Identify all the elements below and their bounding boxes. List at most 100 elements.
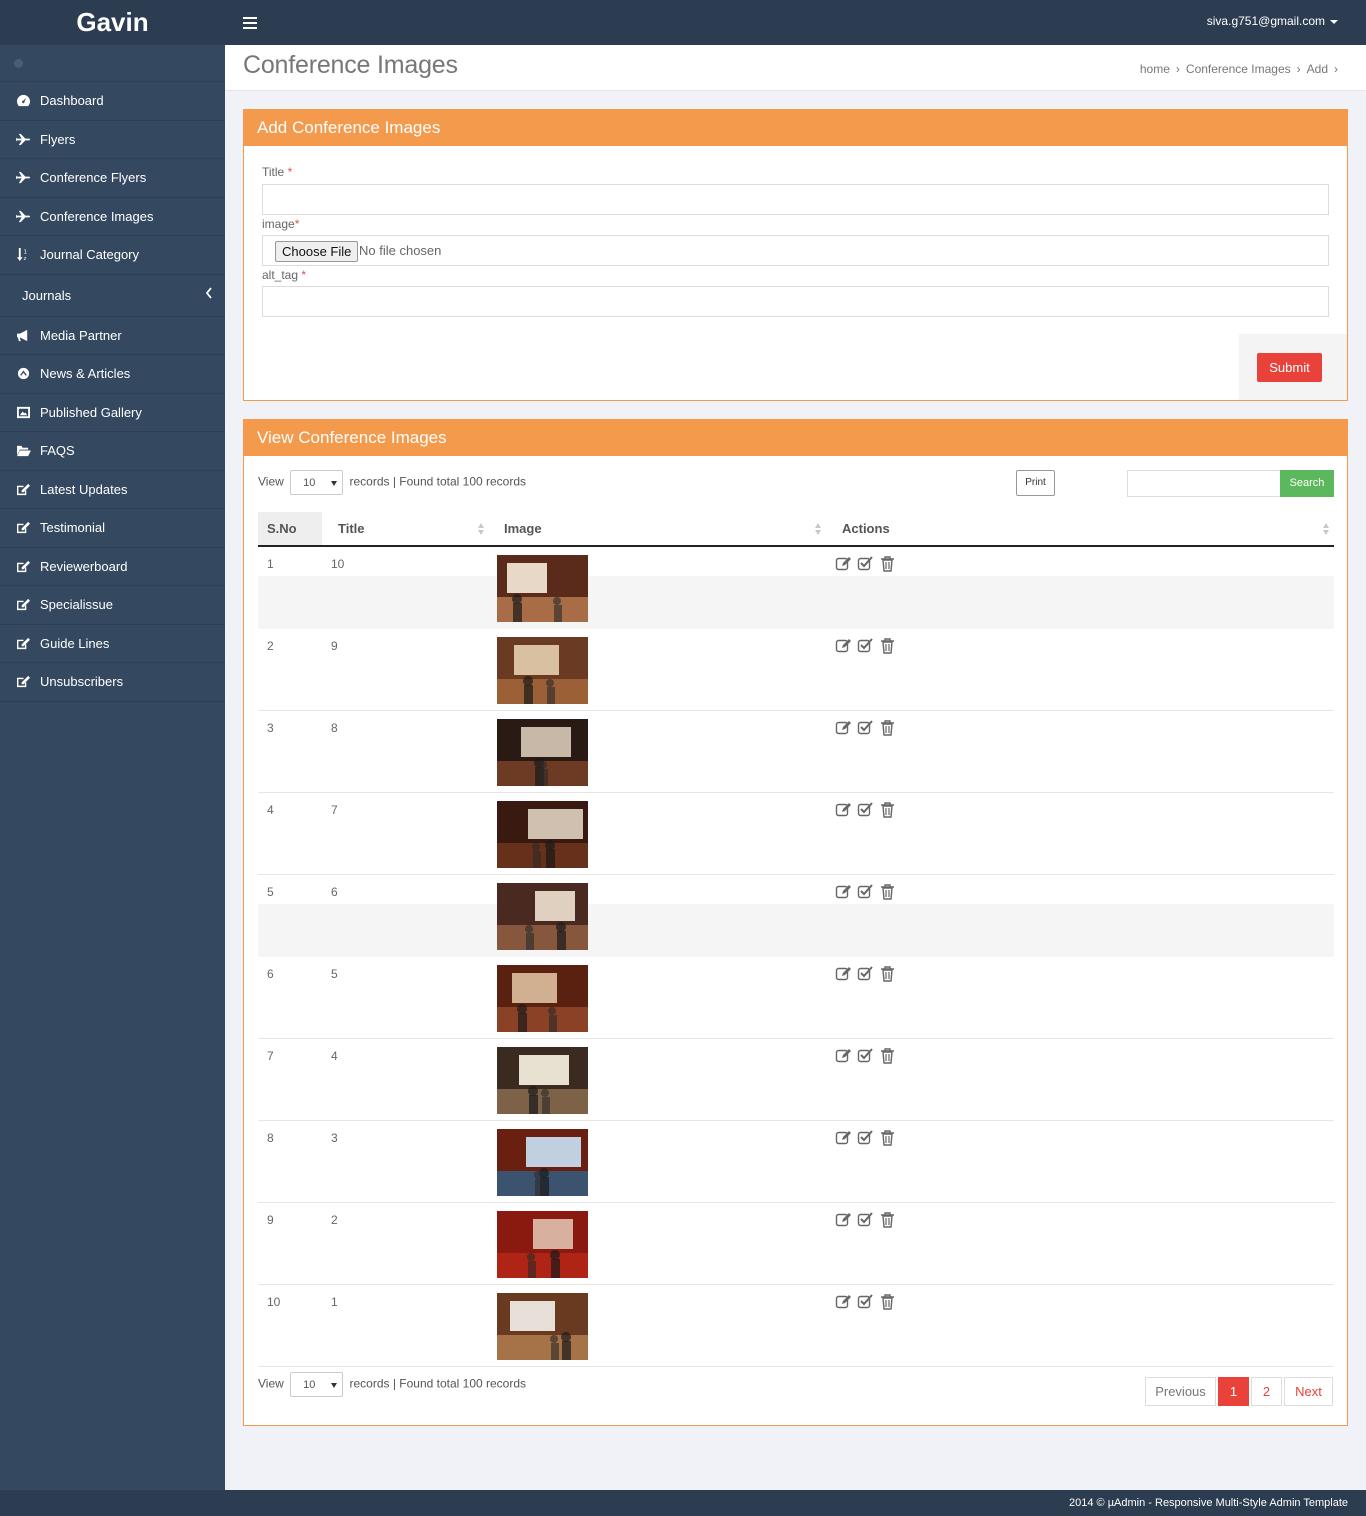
sort-icon [1323, 523, 1330, 535]
sidebar-item-label: Journals [22, 287, 72, 303]
sidebar-item-label: Specialissue [40, 597, 113, 613]
sidebar-item-label: News & Articles [40, 366, 131, 382]
conference-image-thumbnail[interactable] [497, 555, 588, 622]
plane-icon [15, 132, 32, 146]
sidebar-item-dashboard[interactable]: Dashboard [0, 82, 225, 121]
conference-image-thumbnail[interactable] [497, 1129, 588, 1196]
sidebar-item-conference-images[interactable]: Conference Images [0, 198, 225, 236]
column-header-image[interactable]: Image [489, 512, 826, 545]
pagination-page-2[interactable]: 2 [1251, 1377, 1282, 1406]
user-email: siva.g751@gmail.com [1206, 14, 1325, 28]
alt-tag-input[interactable] [262, 286, 1329, 317]
edit-icon[interactable] [835, 719, 853, 737]
conference-image-thumbnail[interactable] [497, 1293, 588, 1360]
pagination-next[interactable]: Next [1284, 1377, 1333, 1406]
trash-icon[interactable] [879, 883, 897, 901]
edit-icon[interactable] [835, 965, 853, 983]
edit-icon[interactable] [835, 637, 853, 655]
image-file-input[interactable]: Choose File No file chosen [262, 235, 1329, 266]
edit-icon[interactable] [835, 883, 853, 901]
sidebar-item-news-articles[interactable]: News & Articles [0, 355, 225, 394]
conference-image-thumbnail[interactable] [497, 801, 588, 868]
conference-image-thumbnail[interactable] [497, 883, 588, 950]
search-button[interactable]: Search [1280, 470, 1334, 497]
approve-check-icon[interactable] [857, 965, 875, 983]
sidebar-item-unsubscribers[interactable]: Unsubscribers [0, 663, 225, 702]
approve-check-icon[interactable] [857, 1129, 875, 1147]
conference-image-thumbnail[interactable] [497, 1211, 588, 1278]
edit-icon[interactable] [835, 1293, 853, 1311]
breadcrumb-conference-images[interactable]: Conference Images [1186, 62, 1291, 76]
edit-icon[interactable] [835, 555, 853, 573]
column-header-sno[interactable]: S.No [258, 512, 322, 545]
row-actions [835, 719, 901, 737]
trash-icon[interactable] [879, 719, 897, 737]
edit-icon[interactable] [835, 1211, 853, 1229]
approve-check-icon[interactable] [857, 883, 875, 901]
choose-file-button[interactable]: Choose File [275, 241, 359, 262]
edit-icon[interactable] [835, 1129, 853, 1147]
sidebar: Gavin Dashboard Flyers Conference Flyers… [0, 0, 225, 1490]
sidebar-item-faqs[interactable]: FAQS [0, 432, 225, 471]
sidebar-item-guide-lines[interactable]: Guide Lines [0, 625, 225, 663]
conference-image-thumbnail[interactable] [497, 1047, 588, 1114]
per-page-select[interactable]: 10 [290, 1372, 344, 1397]
column-header-title[interactable]: Title [322, 512, 489, 545]
sidebar-item-reviewerboard[interactable]: Reviewerboard [0, 548, 225, 586]
conference-image-thumbnail[interactable] [497, 965, 588, 1032]
sidebar-item-latest-updates[interactable]: Latest Updates [0, 471, 225, 509]
sidebar-item-specialissue[interactable]: Specialissue [0, 586, 225, 625]
trash-icon[interactable] [879, 637, 897, 655]
conference-image-thumbnail[interactable] [497, 637, 588, 704]
edit-icon[interactable] [835, 801, 853, 819]
sidebar-item-published-gallery[interactable]: Published Gallery [0, 394, 225, 432]
sidebar-item-flyers[interactable]: Flyers [0, 121, 225, 159]
submit-button[interactable]: Submit [1257, 353, 1322, 382]
brand-logo[interactable]: Gavin [0, 0, 225, 45]
add-conference-images-panel: Add Conference Images Title * image* Cho… [243, 109, 1348, 401]
folder-open-icon [15, 444, 32, 458]
breadcrumb-home[interactable]: home [1140, 62, 1170, 76]
sidebar-item-label: Conference Images [40, 208, 154, 224]
cell-sno: 7 [267, 1049, 274, 1063]
search-input[interactable] [1127, 470, 1281, 497]
records-count-text: records | Found total 100 records [349, 474, 527, 489]
row-actions [835, 965, 901, 983]
trash-icon[interactable] [879, 1211, 897, 1229]
breadcrumb-add[interactable]: Add [1307, 62, 1328, 76]
sidebar-item-testimonial[interactable]: Testimonial [0, 509, 225, 548]
column-header-actions[interactable]: Actions [826, 512, 1334, 545]
print-button[interactable]: Print [1016, 470, 1055, 496]
row-actions [835, 1211, 901, 1229]
sidebar-item-journal-category[interactable]: 1z Journal Category [0, 236, 225, 275]
user-menu[interactable]: siva.g751@gmail.com [1207, 14, 1338, 28]
per-page-select[interactable]: 10 [290, 470, 344, 495]
approve-check-icon[interactable] [857, 637, 875, 655]
pagination-page-1[interactable]: 1 [1218, 1377, 1249, 1406]
title-input[interactable] [262, 184, 1329, 215]
trash-icon[interactable] [879, 1293, 897, 1311]
pagination-previous[interactable]: Previous [1145, 1377, 1216, 1406]
approve-check-icon[interactable] [857, 555, 875, 573]
trash-icon[interactable] [879, 965, 897, 983]
trash-icon[interactable] [879, 801, 897, 819]
cell-sno: 4 [267, 803, 274, 817]
approve-check-icon[interactable] [857, 1293, 875, 1311]
hamburger-menu-icon[interactable] [243, 17, 257, 29]
conference-image-thumbnail[interactable] [497, 719, 588, 786]
panel-heading: Add Conference Images [244, 110, 1347, 146]
trash-icon[interactable] [879, 1047, 897, 1065]
approve-check-icon[interactable] [857, 1211, 875, 1229]
approve-check-icon[interactable] [857, 1047, 875, 1065]
sidebar-item-conference-flyers[interactable]: Conference Flyers [0, 159, 225, 198]
edit-icon[interactable] [835, 1047, 853, 1065]
trash-icon[interactable] [879, 1129, 897, 1147]
dropdown-arrow-icon [331, 481, 338, 486]
approve-check-icon[interactable] [857, 719, 875, 737]
sidebar-item-media-partner[interactable]: Media Partner [0, 317, 225, 355]
sidebar-item-journals[interactable]: Journals [0, 275, 225, 317]
approve-check-icon[interactable] [857, 801, 875, 819]
trash-icon[interactable] [879, 555, 897, 573]
page-title: Conference Images [243, 51, 458, 79]
alt-tag-label: alt_tag * [262, 268, 307, 282]
